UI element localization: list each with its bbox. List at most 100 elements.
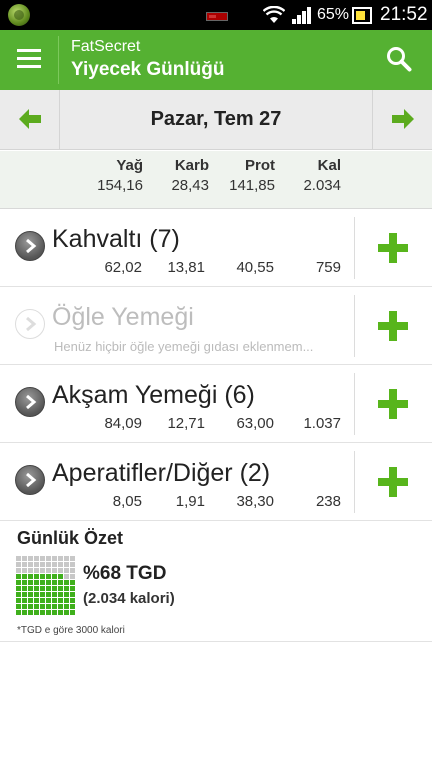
rdi-grid-cell (70, 568, 75, 573)
expand-icon[interactable] (15, 231, 45, 261)
meal-protein: 38,30 (236, 493, 274, 510)
meal-row-snacks[interactable]: Aperatifler/Diğer (2) 8,05 1,91 38,30 23… (0, 443, 432, 521)
meal-fat: 8,05 (112, 493, 142, 510)
fatsecret-app-icon (8, 4, 30, 26)
rdi-grid-cell (46, 604, 51, 609)
header-carb: Karb (174, 157, 209, 174)
rdi-grid-cell (40, 568, 45, 573)
rdi-grid-cell (16, 580, 21, 585)
rdi-grid-cell (52, 598, 57, 603)
rdi-grid-cell (16, 556, 21, 561)
expand-icon[interactable] (15, 465, 45, 495)
rdi-grid-cell (34, 556, 39, 561)
rdi-footnote: *TGD e göre 3000 kalori (17, 625, 125, 636)
date-label: Pazar, Tem 27 (150, 108, 282, 130)
total-fat: 154,16 (97, 177, 143, 194)
rdi-grid-cell (28, 604, 33, 609)
next-day-button[interactable] (372, 90, 432, 149)
page-title: Yiyecek Günlüğü (71, 59, 225, 80)
rdi-grid-cell (70, 556, 75, 561)
battery-alert-icon (206, 12, 228, 21)
rdi-grid-cell (64, 574, 69, 579)
add-dinner-button[interactable] (355, 365, 432, 443)
rdi-grid-cell (46, 610, 51, 615)
rdi-grid-cell (28, 610, 33, 615)
rdi-grid-cell (22, 580, 27, 585)
rdi-grid-cell (22, 574, 27, 579)
rdi-grid-cell (52, 562, 57, 567)
rdi-grid-cell (40, 604, 45, 609)
calorie-total: (2.034 kalori) (83, 590, 175, 607)
signal-icon (292, 7, 312, 24)
rdi-grid-cell (16, 574, 21, 579)
clock: 21:52 (380, 4, 428, 25)
rdi-grid-cell (64, 610, 69, 615)
arrow-left-icon (19, 109, 41, 129)
rdi-grid-cell (22, 586, 27, 591)
rdi-grid-cell (40, 562, 45, 567)
rdi-grid-cell (34, 610, 39, 615)
summary-title: Günlük Özet (17, 528, 124, 548)
meal-calories: 759 (315, 259, 341, 276)
rdi-grid-cell (40, 610, 45, 615)
battery-percent: 65% (317, 6, 350, 23)
rdi-grid-cell (58, 568, 63, 573)
plus-icon (378, 233, 408, 263)
rdi-grid-cell (70, 598, 75, 603)
rdi-grid-cell (46, 592, 51, 597)
rdi-grid-cell (70, 592, 75, 597)
previous-day-button[interactable] (0, 90, 60, 149)
rdi-grid-cell (46, 586, 51, 591)
rdi-grid-cell (46, 574, 51, 579)
daily-summary[interactable]: Günlük Özet %68 TGD (2.034 kalori) *TGD … (0, 520, 432, 642)
header-calories: Kal (317, 157, 341, 174)
rdi-grid-cell (70, 610, 75, 615)
header-protein: Prot (245, 157, 275, 174)
rdi-grid-cell (22, 592, 27, 597)
rdi-grid-cell (46, 580, 51, 585)
rdi-grid-cell (58, 586, 63, 591)
app-bar-divider (58, 36, 59, 84)
meal-row-breakfast[interactable]: Kahvaltı (7) 62,02 13,81 40,55 759 (0, 209, 432, 287)
meal-carb: 12,71 (167, 415, 205, 432)
rdi-grid-cell (58, 592, 63, 597)
rdi-grid-cell (70, 586, 75, 591)
add-snacks-button[interactable] (355, 443, 432, 521)
menu-icon[interactable] (17, 49, 41, 69)
meal-name: Aperatifler/Diğer (2) (52, 459, 271, 487)
rdi-percent: %68 TGD (83, 563, 167, 584)
rdi-grid-cell (52, 580, 57, 585)
meal-calories: 238 (315, 493, 341, 510)
expand-icon[interactable] (15, 387, 45, 417)
rdi-grid-cell (64, 562, 69, 567)
rdi-grid-cell (28, 556, 33, 561)
add-lunch-button[interactable] (355, 287, 432, 365)
meal-row-lunch[interactable]: Öğle Yemeği Henüz hiçbir öğle yemeği gıd… (0, 287, 432, 365)
rdi-grid-cell (64, 580, 69, 585)
rdi-grid-cell (40, 592, 45, 597)
rdi-grid-cell (64, 604, 69, 609)
rdi-grid-cell (34, 592, 39, 597)
rdi-grid-cell (58, 598, 63, 603)
rdi-grid-cell (46, 568, 51, 573)
rdi-grid-cell (34, 574, 39, 579)
rdi-grid-cell (58, 556, 63, 561)
rdi-grid-cell (64, 556, 69, 561)
rdi-grid-cell (40, 556, 45, 561)
meal-empty-message: Henüz hiçbir öğle yemeği gıdası eklenmem… (54, 339, 314, 354)
rdi-grid-cell (40, 586, 45, 591)
plus-icon (378, 311, 408, 341)
rdi-grid-cell (46, 598, 51, 603)
rdi-grid-cell (34, 604, 39, 609)
rdi-grid-cell (28, 580, 33, 585)
total-calories: 2.034 (303, 177, 341, 194)
search-icon[interactable] (386, 46, 412, 72)
rdi-grid-cell (64, 586, 69, 591)
add-breakfast-button[interactable] (355, 209, 432, 287)
rdi-grid-cell (52, 574, 57, 579)
rdi-grid-cell (16, 592, 21, 597)
rdi-grid-cell (16, 586, 21, 591)
meal-row-dinner[interactable]: Akşam Yemeği (6) 84,09 12,71 63,00 1.037 (0, 365, 432, 443)
rdi-grid-cell (52, 610, 57, 615)
rdi-grid-cell (16, 598, 21, 603)
